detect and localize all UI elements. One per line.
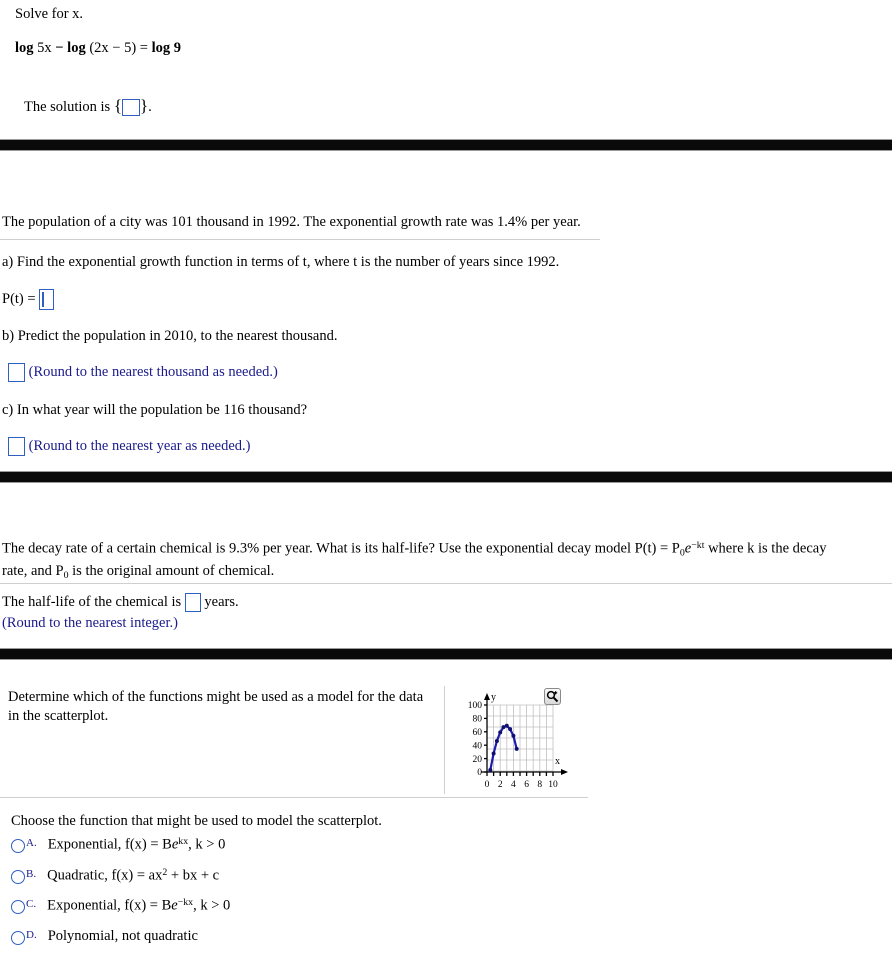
problem1-equation: log 5x − log (2x − 5) = log 9	[15, 39, 181, 57]
choice-a[interactable]: A. Exponential, f(x) = Bekx, k > 0	[11, 836, 230, 854]
svg-text:0: 0	[477, 768, 482, 778]
scatterplot-x-axis	[481, 769, 568, 776]
problem2-part-b-note: (Round to the nearest thousand as needed…	[28, 364, 278, 380]
scatterplot-ylabel: y	[491, 692, 496, 703]
choice-c-prefix: Exponential, f(x) = B	[47, 898, 172, 915]
problem3-stem: The decay rate of a certain chemical is …	[2, 537, 892, 585]
section-divider-1	[0, 139, 892, 151]
problem2-pt-input[interactable]	[39, 289, 55, 310]
equals-operator: =	[139, 40, 148, 56]
problem1-answer-row: The solution is {}.	[24, 96, 152, 117]
choice-b-suffix: + bx + c	[167, 867, 220, 884]
problem3-exponent: −kt	[691, 540, 705, 551]
problem3-halflife-input[interactable]	[184, 593, 201, 613]
scatterplot-ytick-labels: 100 80 60 40 20 0	[468, 701, 483, 778]
problem2-part-b: b) Predict the population in 2010, to th…	[2, 328, 338, 344]
problem1-period: .	[148, 99, 152, 115]
choice-b-letter: B.	[26, 867, 37, 880]
svg-text:60: 60	[473, 728, 483, 738]
svg-text:80: 80	[473, 715, 483, 725]
problem4-rule	[0, 797, 588, 798]
choice-d[interactable]: D. Polynomial, not quadratic	[11, 928, 230, 946]
svg-text:20: 20	[473, 755, 483, 765]
minus-operator: −	[55, 40, 64, 56]
choice-d-letter: D.	[26, 929, 37, 942]
problem3-stem-line2-a: rate, and P	[2, 563, 64, 580]
problem4-question: Choose the function that might be used t…	[11, 813, 382, 829]
brace-close: }	[140, 96, 149, 115]
problem3-stem-line1-b: where k is the decay	[704, 540, 827, 557]
problem1-answer-lead: The solution is	[24, 99, 111, 115]
svg-text:4: 4	[511, 780, 516, 790]
log-operator-1: log	[15, 40, 34, 56]
section-divider-2	[0, 471, 892, 483]
choice-c-text: Exponential, f(x) = Be−kx, k > 0	[47, 897, 230, 915]
problem1-solution-input[interactable]	[122, 99, 140, 117]
svg-text:6: 6	[524, 780, 529, 790]
choice-a-exponent: kx	[178, 836, 189, 847]
choice-c-letter: C.	[26, 898, 37, 911]
log-operator-3: log	[151, 40, 171, 56]
problem2-stem: The population of a city was 101 thousan…	[2, 214, 581, 230]
problem3-stem-line2-b: is the original amount of chemical.	[68, 563, 275, 580]
magnifier-glyph	[546, 690, 559, 703]
problem2-part-c-answer-row: (Round to the nearest year as needed.)	[8, 437, 251, 457]
svg-text:8: 8	[537, 780, 542, 790]
radio-d[interactable]	[11, 931, 25, 946]
problem2-part-b-answer-row: (Round to the nearest thousand as needed…	[8, 363, 278, 383]
svg-text:40: 40	[473, 741, 483, 751]
radio-c[interactable]	[11, 900, 25, 915]
choice-d-text: Polynomial, not quadratic	[48, 928, 198, 945]
problem2-part-c-input[interactable]	[8, 437, 25, 457]
choice-b[interactable]: B. Quadratic, f(x) = ax2 + bx + c	[11, 867, 230, 885]
scatterplot-xtick-labels: 0 2 4 6 8 10	[485, 780, 558, 790]
problem2-rule	[0, 239, 600, 240]
problem3-answer-note: (Round to the nearest integer.)	[2, 615, 178, 631]
radio-b[interactable]	[11, 869, 25, 884]
problem3-rule	[0, 583, 892, 584]
problem2-part-a-answer-row: P(t) =	[2, 289, 55, 310]
svg-text:10: 10	[548, 780, 558, 790]
choice-c-suffix: , k > 0	[193, 898, 231, 915]
problem1-prompt: Solve for x.	[15, 6, 84, 22]
choice-a-text: Exponential, f(x) = Bekx, k > 0	[48, 836, 226, 854]
problem2-part-a: a) Find the exponential growth function …	[2, 254, 560, 270]
log-operator-2: log	[67, 40, 86, 56]
problem3-answer-lead: The half-life of the chemical is	[2, 594, 182, 610]
problem4-choice-list: A. Exponential, f(x) = Bekx, k > 0 B. Qu…	[11, 836, 230, 958]
problem4-stem-line2: in the scatterplot.	[8, 708, 109, 724]
svg-text:100: 100	[468, 701, 483, 711]
problem3-answer-row: The half-life of the chemical is years.	[2, 593, 239, 613]
choice-a-letter: A.	[26, 837, 37, 849]
choice-a-suffix: , k > 0	[188, 836, 226, 853]
scatterplot-points	[488, 723, 519, 772]
choice-b-prefix: Quadratic, f(x) = ax	[47, 867, 163, 884]
log-argument-2: (2x − 5)	[89, 40, 137, 56]
brace-open: {	[113, 96, 122, 115]
log-argument-3: 9	[173, 40, 182, 56]
svg-text:0: 0	[485, 780, 490, 790]
zoom-in-icon[interactable]	[544, 688, 561, 705]
problem4-vertical-divider	[444, 686, 445, 794]
choice-d-prefix: Polynomial, not quadratic	[47, 928, 198, 945]
scatterplot-xlabel: x	[555, 756, 560, 767]
problem2-part-c-note: (Round to the nearest year as needed.)	[28, 438, 251, 454]
problem4-stem-line1: Determine which of the functions might b…	[8, 689, 424, 705]
section-divider-3	[0, 648, 892, 660]
choice-b-text: Quadratic, f(x) = ax2 + bx + c	[47, 867, 219, 885]
problem4-stem: Determine which of the functions might b…	[8, 688, 438, 726]
scatterplot-curve	[489, 724, 518, 772]
svg-text:2: 2	[498, 780, 503, 790]
problem3-stem-line1-a: The decay rate of a certain chemical is …	[2, 540, 680, 557]
problem2-part-b-input[interactable]	[8, 363, 25, 383]
choice-a-prefix: Exponential, f(x) = B	[47, 836, 172, 853]
pt-label: P(t) =	[2, 290, 36, 307]
problem2-part-c: c) In what year will the population be 1…	[2, 402, 308, 418]
problem3-answer-unit: years.	[204, 594, 239, 610]
choice-c-exponent: −kx	[177, 897, 194, 909]
log-argument-1: 5x	[37, 40, 52, 56]
radio-a[interactable]	[11, 839, 25, 853]
choice-c[interactable]: C. Exponential, f(x) = Be−kx, k > 0	[11, 897, 230, 915]
